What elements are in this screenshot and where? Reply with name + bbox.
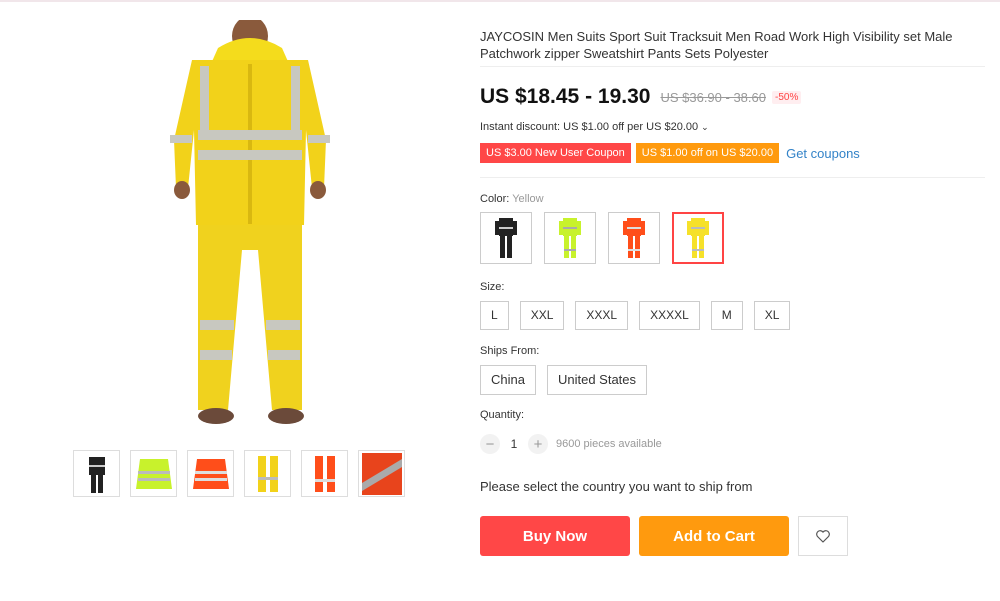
thumbnail-yellow-pants[interactable]: [244, 450, 291, 497]
color-options: [480, 212, 724, 264]
ships-from-option[interactable]: United States: [546, 365, 648, 395]
selected-color-value: Yellow: [512, 193, 544, 205]
size-option[interactable]: XXXXL: [639, 301, 700, 330]
top-border: [0, 0, 1000, 2]
price-row: US $18.45 - 19.30 US $36.90 - 38.60 -50%: [480, 85, 802, 109]
product-title: JAYCOSIN Men Suits Sport Suit Tracksuit …: [480, 29, 953, 61]
buy-now-button[interactable]: Buy Now: [480, 516, 630, 556]
thumbnail-orange-jacket[interactable]: [187, 450, 234, 497]
size-option[interactable]: L: [480, 301, 509, 330]
thumbnail-green-jacket[interactable]: [130, 450, 177, 497]
wishlist-button[interactable]: [798, 516, 848, 556]
instant-discount[interactable]: Instant discount: US $1.00 off per US $2…: [480, 121, 709, 133]
color-option-black[interactable]: [480, 212, 532, 264]
thumbnail-orange-pants[interactable]: [301, 450, 348, 497]
thumbnail-fabric-detail[interactable]: [358, 450, 405, 497]
instant-discount-text: Instant discount: US $1.00 off per US $2…: [480, 121, 699, 133]
size-option[interactable]: XL: [753, 301, 791, 330]
quantity-value[interactable]: 1: [500, 437, 528, 451]
color-option-orange[interactable]: [608, 212, 660, 264]
add-to-cart-button[interactable]: Add to Cart: [639, 516, 789, 556]
store-coupon[interactable]: US $1.00 off on US $20.00: [635, 143, 780, 163]
size-option[interactable]: XXXL: [575, 301, 629, 330]
new-user-coupon[interactable]: US $3.00 New User Coupon: [480, 143, 631, 163]
current-price: US $18.45 - 19.30: [480, 85, 651, 108]
thumbnail-strip: [73, 450, 405, 497]
available-stock: 9600 pieces available: [556, 438, 662, 450]
ships-from-label: Ships From:: [480, 345, 540, 357]
quantity-stepper: − 1 + 9600 pieces available: [480, 434, 662, 454]
color-option-green[interactable]: [544, 212, 596, 264]
original-price: US $36.90 - 38.60: [660, 89, 766, 105]
size-options: L XXL XXXL XXXXL M XL: [480, 301, 791, 330]
discount-badge: -50%: [771, 90, 802, 104]
quantity-label: Quantity:: [480, 409, 525, 421]
increase-quantity-button[interactable]: +: [528, 434, 548, 454]
color-label-text: Color:: [480, 193, 510, 205]
color-option-yellow[interactable]: [672, 212, 724, 264]
divider: [480, 177, 985, 178]
ship-country-message: Please select the country you want to sh…: [480, 479, 753, 494]
color-label: Color: Yellow: [480, 193, 544, 205]
thumbnail-black-suit[interactable]: [73, 450, 120, 497]
divider: [480, 66, 985, 67]
size-label: Size:: [480, 281, 505, 293]
decrease-quantity-button[interactable]: −: [480, 434, 500, 454]
size-option[interactable]: M: [710, 301, 743, 330]
heart-icon: [816, 530, 830, 543]
action-buttons: Buy Now Add to Cart: [480, 516, 848, 556]
main-product-image[interactable]: [130, 16, 370, 440]
get-coupons-link[interactable]: Get coupons: [786, 146, 860, 161]
ships-from-option[interactable]: China: [480, 365, 536, 395]
chevron-down-icon: ⌄: [701, 122, 709, 132]
ships-from-options: China United States: [480, 365, 648, 395]
coupon-row: US $3.00 New User Coupon US $1.00 off on…: [480, 143, 860, 163]
size-option[interactable]: XXL: [519, 301, 565, 330]
